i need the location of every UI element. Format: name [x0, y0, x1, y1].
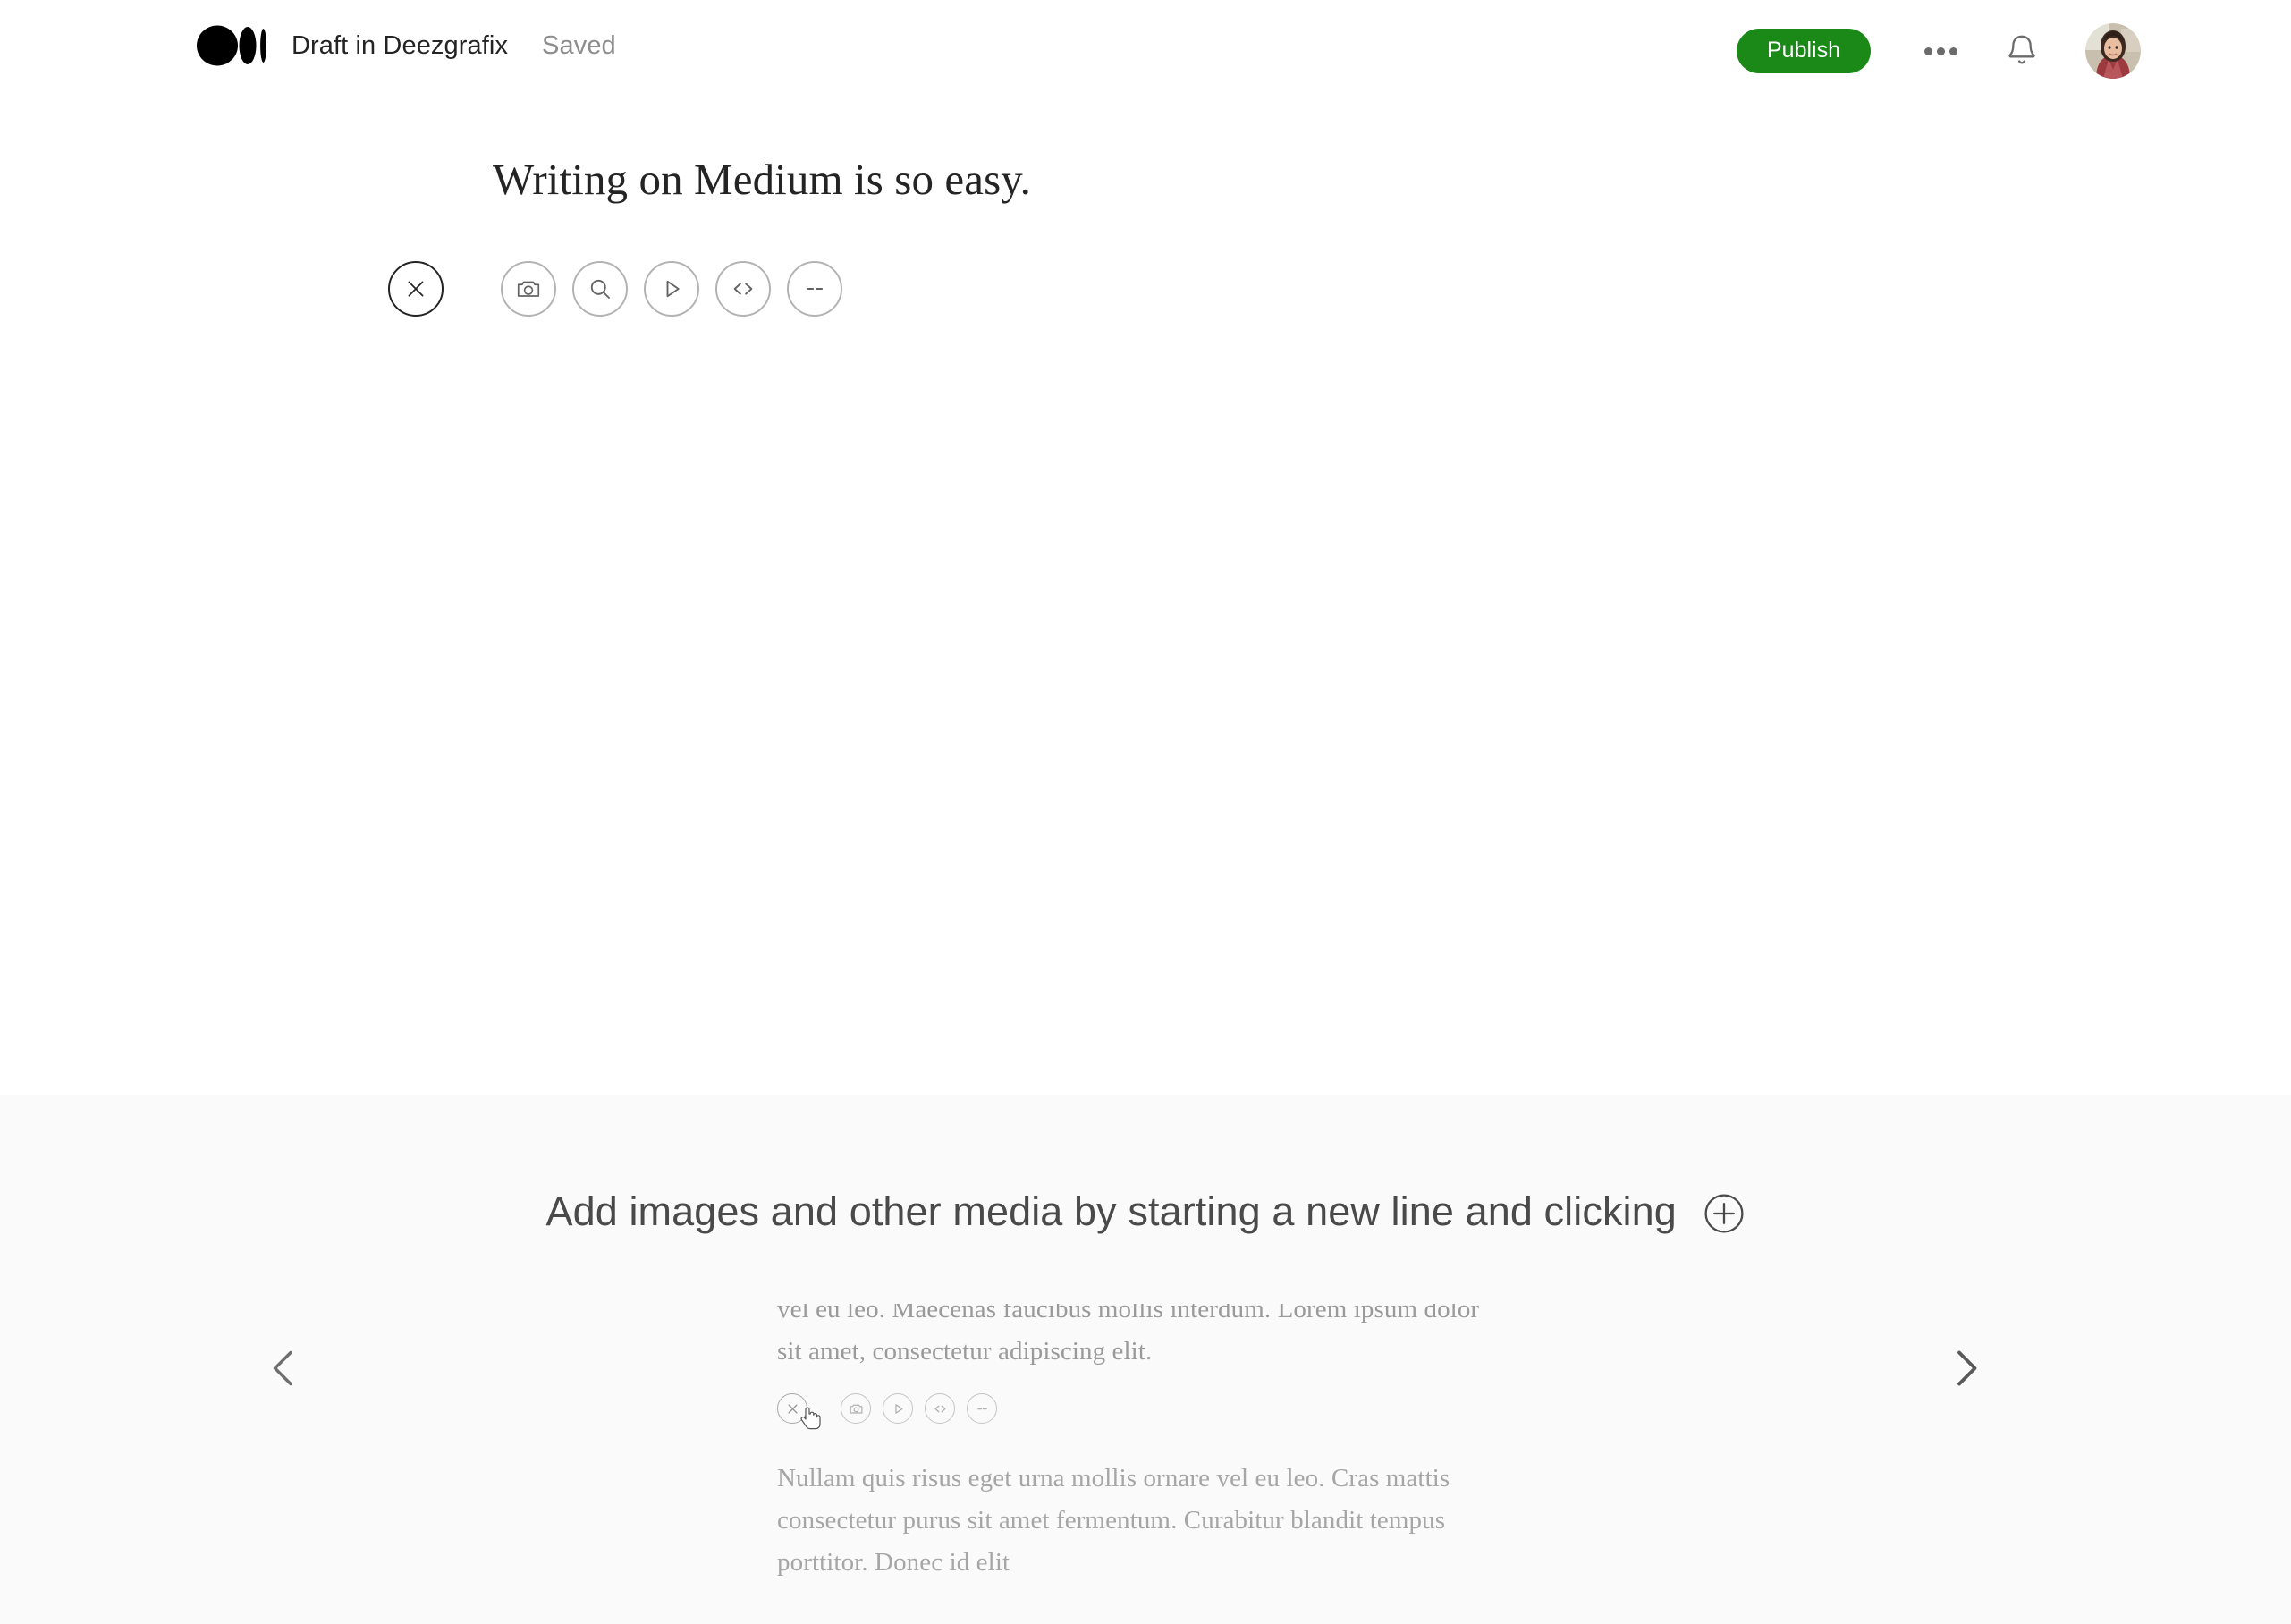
more-horizontal-icon[interactable] [1917, 28, 1964, 74]
preview-text-top: vel eu leo. Maecenas faucibus mollis int… [777, 1304, 1480, 1366]
publish-button[interactable]: Publish [1737, 29, 1871, 73]
camera-icon[interactable] [501, 261, 556, 317]
chevron-right-icon[interactable] [1927, 1330, 2004, 1407]
preview-text-bottom: Nullam quis risus eget urna mollis ornar… [777, 1464, 1450, 1577]
promo-heading-text: Add images and other media by starting a… [545, 1188, 1677, 1234]
preview-insert-toolbar [777, 1393, 997, 1424]
insert-media-toolbar [388, 261, 842, 317]
search-icon[interactable] [572, 261, 628, 317]
bell-icon[interactable] [1999, 29, 2044, 73]
medium-logo-icon[interactable] [197, 25, 266, 66]
divider-icon[interactable] [967, 1393, 997, 1424]
draft-title: Draft in Deezgrafix [292, 30, 509, 60]
camera-icon[interactable] [841, 1393, 871, 1424]
divider-icon[interactable] [787, 261, 842, 317]
plus-circle-icon[interactable] [1703, 1192, 1746, 1245]
avatar[interactable] [2085, 23, 2141, 79]
close-icon[interactable] [388, 261, 444, 317]
close-icon[interactable] [777, 1393, 807, 1424]
code-icon[interactable] [925, 1393, 955, 1424]
chevron-left-icon[interactable] [246, 1330, 323, 1407]
brand-group: Draft in Deezgrafix Saved [197, 25, 616, 66]
code-icon[interactable] [715, 261, 771, 317]
media-preview-card: vel eu leo. Maecenas faucibus mollis int… [777, 1304, 1510, 1624]
editor-area: Writing on Medium is so easy. [0, 98, 2291, 1095]
top-bar-actions: Publish [1737, 23, 2141, 79]
save-status-label: Saved [542, 30, 616, 60]
story-headline[interactable]: Writing on Medium is so easy. [493, 154, 1031, 205]
promo-heading: Add images and other media by starting a… [0, 1188, 2291, 1245]
play-icon[interactable] [644, 261, 699, 317]
top-bar: Draft in Deezgrafix Saved Publish [0, 0, 2291, 98]
play-icon[interactable] [883, 1393, 913, 1424]
